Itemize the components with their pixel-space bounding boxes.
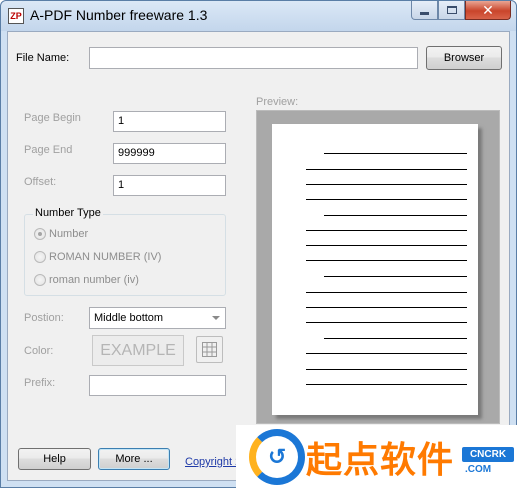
radio-number-label: Number	[49, 228, 89, 240]
caption-buttons: ✕	[411, 1, 511, 20]
minimize-button[interactable]	[411, 1, 438, 20]
watermark-subtext: .COM	[465, 464, 492, 475]
preview-text-line	[306, 307, 467, 308]
chevron-down-icon	[212, 316, 220, 320]
preview-text-line	[306, 384, 467, 385]
help-button[interactable]: Help	[18, 448, 91, 470]
watermark-badge: CNCRK	[462, 447, 514, 462]
radio-unchecked-icon	[34, 251, 46, 263]
close-icon: ✕	[482, 2, 494, 18]
maximize-button[interactable]	[438, 1, 465, 20]
more-button[interactable]: More ...	[98, 448, 170, 470]
watermark-text: 起点软件	[306, 439, 455, 480]
offset-input[interactable]: 1	[113, 175, 226, 196]
app-pdf-icon: ZP	[8, 8, 24, 24]
radio-unchecked-icon	[34, 274, 46, 286]
preview-text-line	[306, 322, 467, 323]
preview-text-line	[324, 215, 467, 216]
prefix-input[interactable]	[89, 375, 226, 396]
position-select-value: Middle bottom	[94, 312, 164, 324]
grid-icon	[202, 342, 217, 357]
preview-area	[256, 110, 500, 424]
copyright-link[interactable]: Copyright 2	[185, 456, 241, 468]
file-name-label: File Name:	[16, 52, 70, 64]
page-begin-input[interactable]: 1	[113, 111, 226, 132]
preview-text-line	[324, 338, 467, 339]
prefix-label: Prefix:	[24, 377, 56, 389]
maximize-icon	[446, 6, 457, 14]
preview-text-line	[306, 169, 467, 170]
position-label: Postion:	[24, 312, 64, 324]
radio-roman-lower[interactable]: roman number (iv)	[34, 274, 139, 286]
radio-roman-upper[interactable]: ROMAN NUMBER (IV)	[34, 251, 161, 263]
radio-number[interactable]: Number	[34, 228, 88, 240]
watermark-arrow-icon: ↺	[268, 444, 287, 469]
page-end-input[interactable]: 999999	[113, 143, 226, 164]
file-name-input[interactable]	[89, 47, 418, 69]
minimize-icon	[420, 11, 429, 15]
radio-checked-icon	[34, 228, 46, 240]
preview-text-line	[306, 260, 467, 261]
main-panel: File Name: Browser Page Begin 1 Page End…	[7, 31, 510, 481]
preview-text-line	[306, 199, 467, 200]
preview-text-line	[306, 369, 467, 370]
preview-label: Preview:	[256, 96, 299, 108]
position-select[interactable]: Middle bottom	[89, 307, 226, 329]
app-window: ZP A-PDF Number freeware 1.3 ✕ File Name…	[0, 0, 517, 488]
radio-roman-lower-label: roman number (iv)	[49, 274, 139, 286]
preview-text-line	[306, 184, 467, 185]
number-type-title: Number Type	[33, 207, 103, 219]
page-begin-label: Page Begin	[24, 112, 81, 124]
preview-text-line	[324, 153, 467, 154]
preview-text-line	[306, 245, 467, 246]
preview-text-line	[306, 353, 467, 354]
preview-text-line	[324, 276, 467, 277]
radio-roman-upper-label: ROMAN NUMBER (IV)	[49, 251, 162, 263]
window-title: A-PDF Number freeware 1.3	[30, 7, 208, 23]
offset-label: Offset:	[24, 176, 57, 188]
preview-page	[272, 124, 478, 415]
color-picker-button[interactable]	[196, 336, 223, 363]
title-bar[interactable]: ZP A-PDF Number freeware 1.3 ✕	[1, 1, 516, 31]
browse-button[interactable]: Browser	[426, 46, 502, 70]
color-label: Color:	[24, 345, 54, 357]
preview-text-line	[306, 292, 467, 293]
color-example-preview: EXAMPLE	[92, 335, 184, 366]
close-button[interactable]: ✕	[465, 1, 511, 20]
page-end-label: Page End	[24, 144, 73, 156]
watermark-logo: ↺ 起点软件 CNCRK .COM	[236, 425, 517, 488]
preview-text-line	[306, 230, 467, 231]
